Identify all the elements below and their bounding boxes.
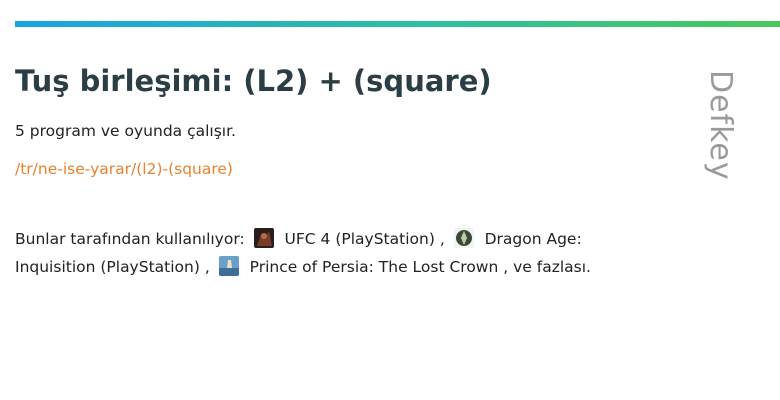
used-by-section: Bunlar tarafından kullanılıyor: UFC 4 (P… — [15, 225, 615, 281]
list-separator: , — [204, 258, 215, 276]
used-by-prefix: Bunlar tarafından kullanılıyor: — [15, 230, 245, 248]
page-title: Tuş birleşimi: (L2) + (square) — [15, 64, 492, 98]
url-path-link[interactable]: /tr/ne-ise-yarar/(l2)-(square) — [15, 160, 233, 178]
list-separator: , — [439, 230, 450, 248]
prince-of-persia-game-icon — [218, 256, 239, 276]
ufc4-game-icon — [253, 228, 274, 248]
program-count-text: 5 program ve oyunda çalışır. — [15, 122, 236, 140]
dragon-age-game-icon — [453, 228, 474, 248]
page: Defkey Tuş birleşimi: (L2) + (square) 5 … — [0, 0, 780, 400]
brand-name[interactable]: Defkey — [700, 70, 740, 181]
used-by-suffix: , ve fazlası. — [503, 258, 591, 276]
game-link-prince-of-persia[interactable]: Prince of Persia: The Lost Crown — [250, 258, 499, 276]
game-link-ufc4[interactable]: UFC 4 (PlayStation) — [285, 230, 435, 248]
brand-logo[interactable]: Defkey — [700, 70, 740, 181]
top-gradient-bar — [15, 21, 780, 27]
